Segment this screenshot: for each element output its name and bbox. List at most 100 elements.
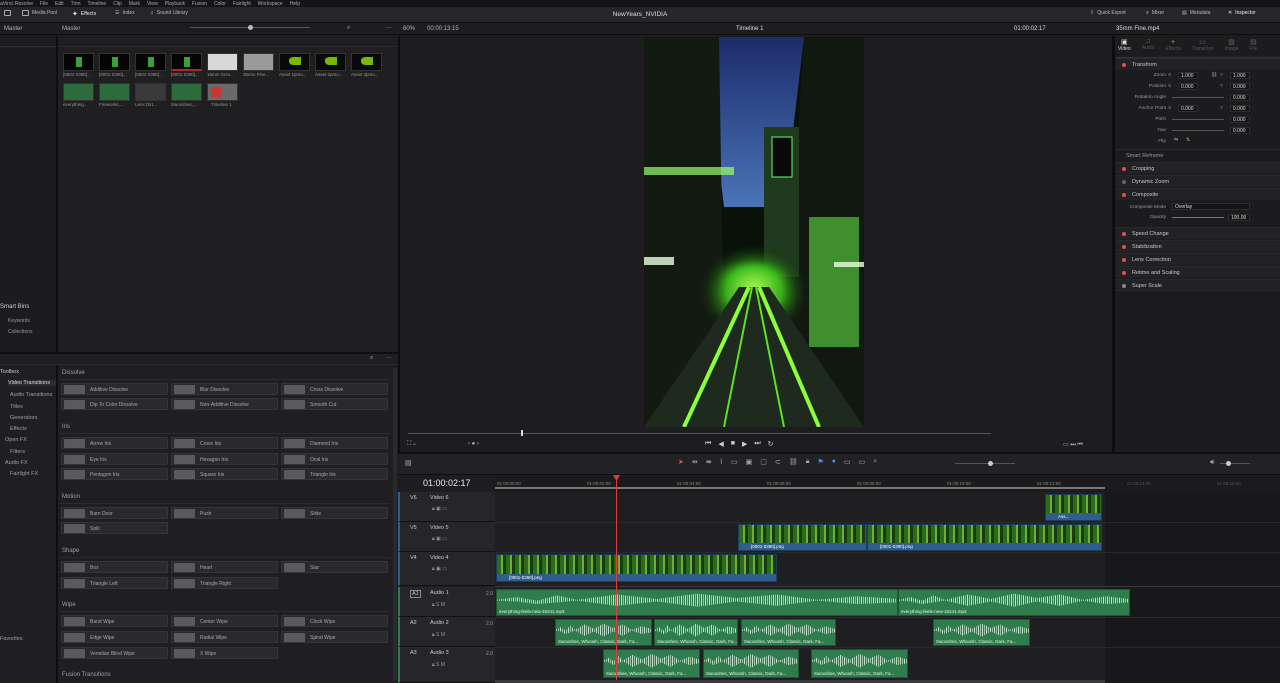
transition-tile[interactable]: Spiral Wipe <box>281 631 388 643</box>
menu-edit[interactable]: Edit <box>55 1 64 7</box>
video-clip-v5b[interactable]: [0001-0390].png <box>867 524 1102 551</box>
pitch-field[interactable]: 0.000 <box>1230 116 1250 123</box>
audio-clip-a1b[interactable]: everything-feels-new-15241.mp3 <box>898 589 1130 616</box>
menu-help[interactable]: Help <box>290 1 300 7</box>
media-clip-thumb[interactable] <box>99 83 130 101</box>
media-clip-thumb[interactable] <box>315 53 346 71</box>
cropping-section[interactable]: Cropping <box>1116 162 1280 174</box>
menu-file[interactable]: File <box>40 1 48 7</box>
media-clip-thumb[interactable] <box>279 53 310 71</box>
anchor-x-field[interactable]: 0.000 <box>1178 105 1198 112</box>
transition-tile[interactable]: Smooth Cut <box>281 398 388 410</box>
track-header-a2[interactable]: A2 Audio 2 2.0 🔒︎ S M <box>398 617 495 647</box>
insert-icon[interactable]: ▭ <box>731 458 738 466</box>
category-motion[interactable]: Motion <box>62 494 80 500</box>
track-lock-icon[interactable]: 🔒︎ ▣ ▭ <box>432 506 447 512</box>
transition-tile[interactable]: Hexagon Iris <box>171 453 278 465</box>
media-clip-thumb[interactable] <box>171 53 202 71</box>
tree-fairlight-fx[interactable]: Fairlight FX <box>10 471 38 477</box>
tree-effects[interactable]: Effects <box>10 426 27 432</box>
position-y-field[interactable]: 0.000 <box>1230 83 1250 90</box>
speed-change-section[interactable]: Speed Change <box>1116 227 1280 239</box>
category-wipe[interactable]: Wipe <box>62 602 76 608</box>
transition-tile[interactable]: Triangle Iris <box>281 468 388 480</box>
menu-mark[interactable]: Mark <box>129 1 140 7</box>
media-clip-thumb[interactable] <box>99 53 130 71</box>
transition-tile[interactable]: Eye Iris <box>61 453 168 465</box>
trim-tool-icon[interactable]: ⇹ <box>692 458 698 466</box>
menu-workspace[interactable]: Workspace <box>258 1 283 7</box>
quick-export-button[interactable]: ⇪ Quick Export <box>1090 10 1126 16</box>
transition-tile[interactable]: Center Wipe <box>171 615 278 627</box>
toolbox-title[interactable]: Toolbox <box>0 369 19 375</box>
metadata-button[interactable]: ▤ Metadata <box>1182 10 1211 16</box>
inspector-tab-transition[interactable]: ▭ Transition <box>1192 38 1214 52</box>
category-shape[interactable]: Shape <box>62 548 79 554</box>
stop-icon[interactable]: ■ <box>731 440 735 448</box>
position-x-field[interactable]: 0.000 <box>1178 83 1198 90</box>
dynamic-zoom-enable-dot[interactable] <box>1122 180 1126 184</box>
mixer-button[interactable]: ≡ Mixer <box>1146 10 1164 16</box>
track-header-a1[interactable]: A1 Audio 1 2.0 🔒︎ S M <box>398 587 495 617</box>
media-clip-thumb[interactable] <box>63 83 94 101</box>
loop-icon[interactable]: ↻ <box>768 440 774 448</box>
media-clip-thumb[interactable] <box>243 53 274 71</box>
transition-tile[interactable]: Non-Additive Dissolve <box>171 398 278 410</box>
playhead[interactable] <box>616 476 617 683</box>
track-header-v4[interactable]: V4 Video 4 🔒︎ ▣ ▭ <box>398 552 495 586</box>
reverse-play-icon[interactable]: ◀ <box>718 440 723 448</box>
thumbnail-size-handle[interactable] <box>248 25 253 30</box>
snap-icon[interactable]: ⊂ <box>775 458 781 466</box>
tree-titles[interactable]: Titles <box>10 404 23 410</box>
stabilization-enable-dot[interactable] <box>1122 245 1126 249</box>
tree-generators[interactable]: Generators <box>10 415 38 421</box>
effects-search-icon[interactable]: ⌕ <box>370 355 373 362</box>
track-header-v5[interactable]: V5 Video 5 🔒︎ ▣ ▭ <box>398 522 495 552</box>
overwrite-icon[interactable]: ▣ <box>746 458 753 466</box>
category-iris[interactable]: Iris <box>62 424 70 430</box>
yaw-field[interactable]: 0.000 <box>1230 127 1250 134</box>
smart-reframe-section[interactable]: Smart Reframe <box>1116 149 1280 161</box>
skip-end-icon[interactable]: ⏭ <box>754 440 760 448</box>
track-header-v6[interactable]: V6 Video 6 🔒︎ ▣ ▭ <box>398 492 495 522</box>
lens-correction-enable-dot[interactable] <box>1122 258 1126 262</box>
stabilization-section[interactable]: Stabilization <box>1116 240 1280 252</box>
category-fusion-transitions[interactable]: Fusion Transitions <box>62 672 111 678</box>
search-icon[interactable]: ⌕ <box>347 25 350 32</box>
volume-slider[interactable] <box>1220 463 1250 464</box>
media-clip-thumb[interactable] <box>63 53 94 71</box>
rotation-field[interactable]: 0.000 <box>1230 94 1250 101</box>
menu-color[interactable]: Color <box>214 1 226 7</box>
composite-section[interactable]: Composite <box>1116 188 1280 200</box>
transition-tile[interactable]: Cross Dissolve <box>281 383 388 395</box>
transition-tile[interactable]: Push <box>171 507 278 519</box>
transition-tile[interactable]: Barn Door <box>61 507 168 519</box>
transform-section[interactable]: Transform <box>1116 58 1280 70</box>
transition-tile[interactable]: Clock Wipe <box>281 615 388 627</box>
menu-playback[interactable]: Playback <box>165 1 185 7</box>
media-clip-thumb[interactable] <box>135 53 166 71</box>
lens-correction-section[interactable]: Lens Correction <box>1116 253 1280 265</box>
favorites-title[interactable]: Favorites <box>0 636 23 642</box>
composite-enable-dot[interactable] <box>1122 193 1126 197</box>
transition-tile[interactable]: Triangle Right <box>171 577 278 589</box>
selection-tool-icon[interactable]: ➤ <box>678 458 684 466</box>
cropping-enable-dot[interactable] <box>1122 167 1126 171</box>
menu-clip[interactable]: Clip <box>113 1 122 7</box>
rotation-slider[interactable] <box>1172 97 1224 98</box>
timeline-view-icon[interactable]: ▤ <box>405 459 412 467</box>
transition-tile[interactable]: Radial Wipe <box>171 631 278 643</box>
jog-icon[interactable]: ‹ ● › <box>468 441 479 447</box>
inspector-tab-effects[interactable]: ✦ Effects <box>1166 38 1181 52</box>
audio-clip-swoosh[interactable]: Swooshes, Whoosh, Classic, Dark, Fa... <box>603 649 700 678</box>
menu-trim[interactable]: Trim <box>71 1 81 7</box>
transition-tile[interactable]: Cross Iris <box>171 437 278 449</box>
media-clip-thumb[interactable] <box>171 83 202 101</box>
inspector-tab-video[interactable]: ▣ Video <box>1118 38 1131 52</box>
timeline-ruler[interactable] <box>495 475 1280 492</box>
media-clip-thumb[interactable] <box>135 83 166 101</box>
track-lock-icon[interactable]: 🔒︎ ▣ ▭ <box>432 566 447 572</box>
volume-handle[interactable] <box>1226 461 1231 466</box>
transition-tile[interactable]: Square Iris <box>171 468 278 480</box>
skip-start-icon[interactable]: ⏮ <box>705 440 711 448</box>
